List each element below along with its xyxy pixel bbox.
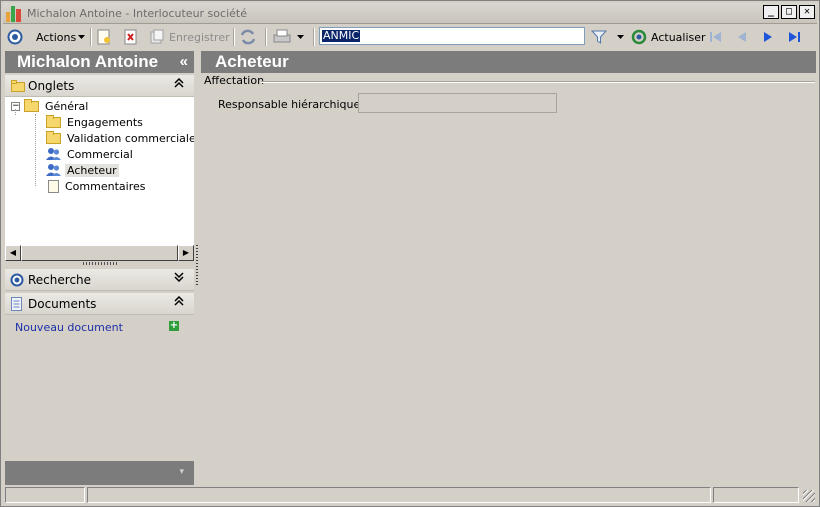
toolbar-separator	[233, 28, 235, 46]
tree-item-label: Commercial	[67, 147, 133, 161]
chevron-down-icon[interactable]: ▾	[179, 467, 184, 477]
toolbar-separator	[313, 28, 315, 46]
previous-record-icon[interactable]	[734, 29, 750, 45]
users-icon	[46, 164, 61, 176]
refresh-label: Actualiser	[651, 30, 706, 44]
status-bar	[3, 485, 817, 504]
new-record-icon[interactable]	[96, 28, 112, 46]
status-cell	[5, 487, 85, 503]
search-section-header[interactable]: Recherche	[5, 269, 194, 291]
group-box-divider	[261, 81, 815, 83]
save-label: Enregistrer	[169, 30, 230, 44]
tabs-section-header[interactable]: Onglets	[5, 75, 194, 97]
documents-section-label: Documents	[28, 297, 97, 311]
refresh-button[interactable]: Actualiser	[631, 28, 706, 46]
actions-label: Actions	[36, 30, 77, 44]
note-icon	[48, 179, 59, 193]
next-record-icon[interactable]	[760, 29, 776, 45]
scroll-thumb[interactable]	[21, 245, 178, 261]
refresh-icon	[631, 29, 647, 45]
printer-icon	[273, 29, 291, 43]
save-button[interactable]: Enregistrer	[149, 28, 230, 46]
folder-icon	[24, 98, 39, 112]
vertical-splitter[interactable]	[196, 245, 198, 285]
dropdown-arrow-icon	[78, 35, 86, 39]
tree-horizontal-scrollbar[interactable]: ◀ ▶	[5, 245, 194, 261]
status-cell	[713, 487, 799, 503]
tree-node-general[interactable]: − Général	[11, 98, 90, 114]
close-button[interactable]: ✕	[799, 5, 815, 19]
toolbar-separator	[265, 28, 267, 46]
dropdown-arrow-icon	[617, 35, 624, 39]
tree-node-label: Général	[45, 99, 89, 113]
tree-item-label: Engagements	[67, 115, 143, 129]
tree-item-label: Validation commerciale / BAT	[67, 131, 194, 145]
tree-item-engagements[interactable]: Engagements	[46, 114, 145, 130]
left-panel-footer: ▾	[5, 461, 194, 485]
window-title: Michalon Antoine - Interlocuteur société	[27, 7, 247, 20]
first-record-icon[interactable]	[708, 29, 724, 45]
panel-resize-grip[interactable]	[83, 262, 117, 265]
folder-icon	[46, 130, 61, 144]
navigate-icon[interactable]	[7, 28, 23, 46]
toolbar: Actions Enregistrer ANMIC Actualiser	[3, 25, 817, 49]
collapse-panel-button[interactable]: «	[180, 51, 188, 73]
minimize-button[interactable]: _	[763, 5, 779, 19]
manager-field-label: Responsable hiérarchique :	[218, 98, 368, 111]
save-icon	[150, 29, 164, 44]
search-value: ANMIC	[322, 29, 361, 42]
filter-button[interactable]	[591, 28, 625, 46]
folder-icon	[11, 80, 25, 92]
documents-panel: Nouveau document +	[5, 315, 194, 461]
group-box-label: Affectation	[204, 74, 265, 87]
users-icon	[46, 148, 61, 160]
app-window: Michalon Antoine - Interlocuteur société…	[0, 0, 820, 507]
maximize-button[interactable]: □	[781, 5, 797, 19]
tree-item-commentaires[interactable]: Commentaires	[48, 178, 147, 194]
record-name: Michalon Antoine	[17, 52, 159, 71]
filter-icon	[591, 30, 607, 44]
search-icon	[10, 273, 24, 287]
print-button[interactable]	[273, 28, 305, 46]
record-name-header: Michalon Antoine «	[5, 51, 194, 73]
page-title: Acheteur	[201, 51, 816, 73]
title-bar: Michalon Antoine - Interlocuteur société…	[3, 3, 817, 24]
last-record-icon[interactable]	[786, 29, 802, 45]
toolbar-separator	[90, 28, 92, 46]
dropdown-arrow-icon	[297, 35, 304, 39]
tree-item-label: Commentaires	[65, 179, 146, 193]
search-input[interactable]: ANMIC	[319, 27, 585, 45]
document-icon	[11, 297, 22, 311]
collapse-chevron-icon[interactable]	[174, 77, 184, 91]
status-cell	[87, 487, 711, 503]
documents-section-header[interactable]: Documents	[5, 293, 194, 315]
manager-field[interactable]	[358, 93, 557, 113]
window-resize-grip[interactable]	[803, 490, 815, 502]
actions-menu-button[interactable]: Actions	[36, 28, 86, 46]
search-section-label: Recherche	[28, 273, 92, 287]
folder-icon	[46, 114, 61, 128]
tabs-tree: − Général Engagements Validation commerc…	[5, 97, 194, 245]
tree-item-label: Acheteur	[65, 163, 119, 177]
tree-item-commercial[interactable]: Commercial	[46, 146, 135, 162]
scroll-left-icon[interactable]: ◀	[5, 245, 21, 261]
tree-item-acheteur[interactable]: Acheteur	[46, 162, 119, 178]
add-document-icon[interactable]: +	[169, 321, 179, 331]
tree-item-validation[interactable]: Validation commerciale / BAT	[46, 130, 194, 146]
expand-chevron-icon[interactable]	[174, 272, 184, 285]
scroll-right-icon[interactable]: ▶	[178, 245, 194, 261]
collapse-chevron-icon[interactable]	[174, 295, 184, 309]
sync-icon[interactable]	[239, 28, 257, 46]
window-controls: _ □ ✕	[763, 5, 815, 19]
new-document-link[interactable]: Nouveau document	[15, 321, 123, 334]
delete-icon[interactable]	[123, 28, 139, 46]
tabs-section-label: Onglets	[28, 79, 75, 93]
app-icon	[6, 6, 22, 22]
